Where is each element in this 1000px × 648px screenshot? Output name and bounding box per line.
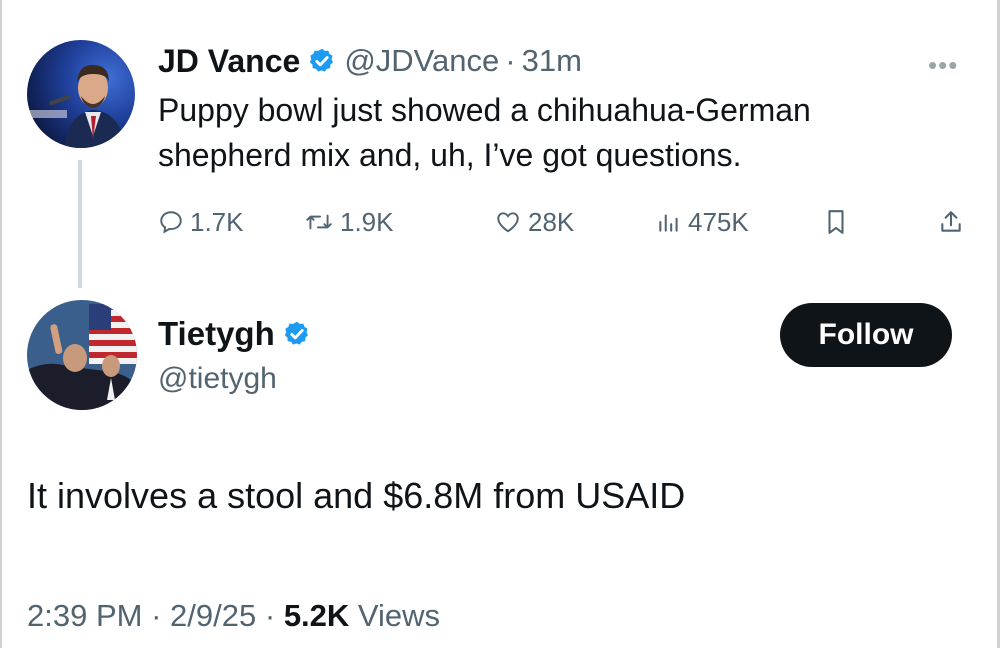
parent-tweet-header: JD Vance @JDVance · 31m	[158, 40, 582, 82]
parent-author-handle[interactable]: @JDVance	[344, 43, 499, 79]
more-icon[interactable]: •••	[928, 50, 958, 81]
thread-connector-line	[78, 160, 82, 288]
verified-badge-icon	[308, 47, 336, 75]
share-button[interactable]	[938, 202, 970, 242]
timestamp-time[interactable]: 2:39 PM	[27, 598, 142, 633]
views-label: Views	[357, 598, 441, 633]
verified-badge-icon	[283, 320, 311, 348]
timestamp-date[interactable]: 2/9/25	[170, 598, 256, 633]
parent-tweet-text-line2: shepherd mix and, uh, I’ve got questions…	[158, 137, 742, 173]
like-button[interactable]: 28K	[494, 202, 574, 242]
like-count: 28K	[528, 206, 575, 237]
reply-tweet-meta: 2:39 PM · 2/9/25 · 5.2K Views	[27, 598, 440, 634]
reply-tweet-text: It involves a stool and $6.8M from USAID	[27, 475, 686, 516]
repost-count: 1.9K	[340, 206, 394, 237]
tweet-action-bar: 1.7K 1.9K 28K 475K	[158, 202, 978, 242]
parent-author-name[interactable]: JD Vance	[158, 43, 300, 80]
reply-button[interactable]: 1.7K	[158, 202, 244, 242]
bookmark-icon	[828, 210, 844, 234]
views-button[interactable]: 475K	[656, 202, 749, 242]
repost-button[interactable]: 1.9K	[304, 202, 394, 242]
reply-author-avatar[interactable]	[27, 300, 137, 410]
reply-author-name[interactable]: Tietygh	[158, 315, 275, 353]
parent-tweet-time[interactable]: 31m	[522, 43, 582, 79]
parent-author-avatar[interactable]	[27, 40, 135, 148]
frame-border-left	[0, 0, 2, 648]
reply-count: 1.7K	[190, 206, 244, 237]
heart-icon	[497, 212, 519, 233]
reply-author-handle[interactable]: @tietygh	[158, 362, 277, 396]
views-total-count: 5.2K	[283, 598, 350, 633]
views-chart-icon	[659, 214, 678, 232]
meta-separator: ·	[151, 598, 162, 633]
bookmark-button[interactable]	[824, 202, 854, 242]
share-icon	[941, 211, 961, 232]
follow-button[interactable]: Follow	[780, 303, 952, 367]
parent-tweet-text-line1: Puppy bowl just showed a chihuahua-Germa…	[158, 92, 811, 128]
parent-tweet-text: Puppy bowl just showed a chihuahua-Germa…	[158, 88, 958, 178]
repost-icon	[306, 214, 332, 230]
views-count: 475K	[688, 206, 749, 237]
header-separator: ·	[505, 43, 516, 78]
meta-separator: ·	[264, 598, 276, 633]
reply-icon	[160, 211, 182, 234]
reply-tweet-header: Tietygh	[158, 312, 319, 356]
